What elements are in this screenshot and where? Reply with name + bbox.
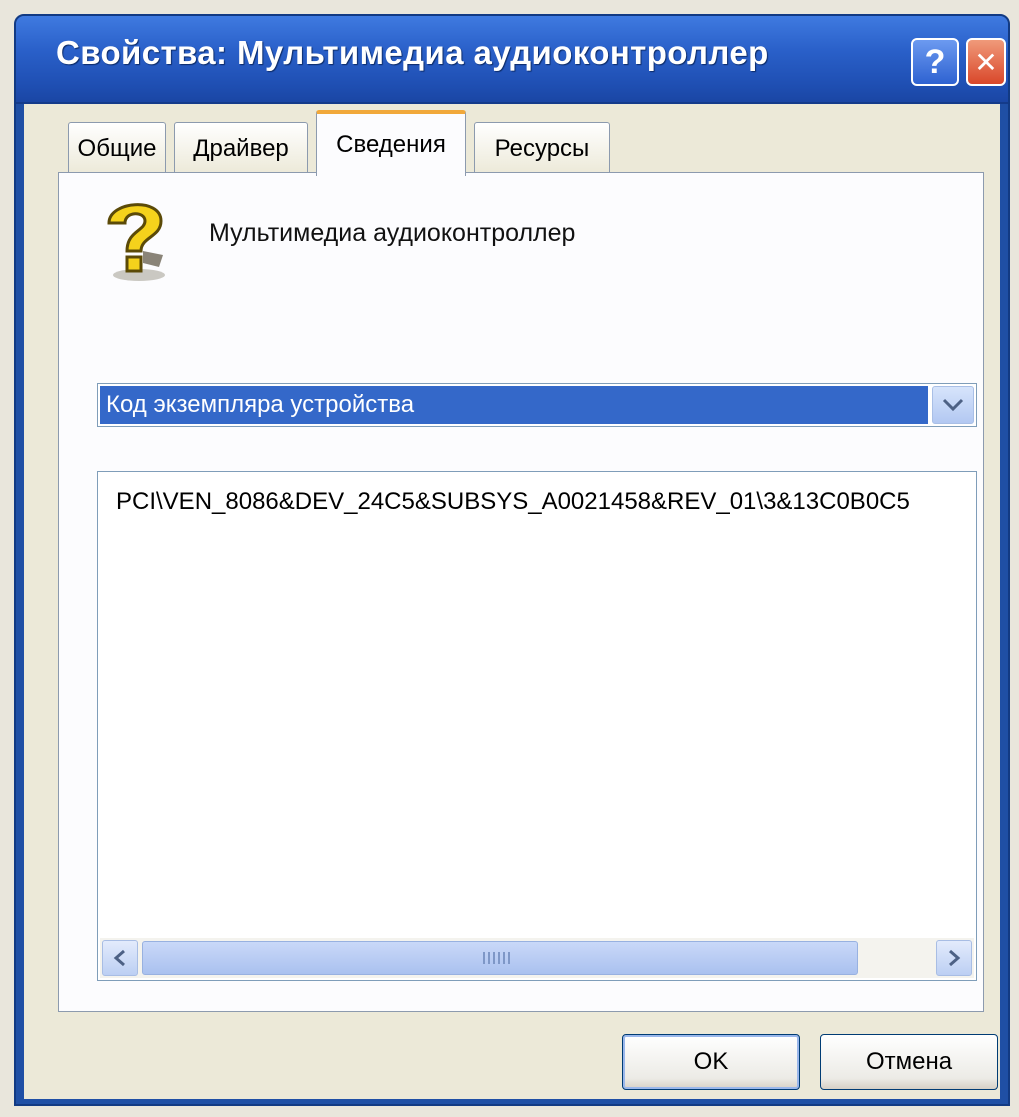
cancel-button[interactable]: Отмена: [820, 1034, 998, 1090]
scroll-grip: [483, 952, 513, 964]
dropdown-button[interactable]: [932, 386, 974, 424]
window-title: Свойства: Мультимедиа аудиоконтроллер: [56, 34, 769, 71]
property-select[interactable]: Код экземпляра устройства: [97, 383, 977, 427]
ok-button[interactable]: OK: [622, 1034, 800, 1090]
tab-general[interactable]: Общие: [68, 122, 166, 174]
tab-resources[interactable]: Ресурсы: [474, 122, 610, 174]
scroll-right-icon: [949, 949, 961, 967]
close-button[interactable]: ✕: [966, 38, 1006, 86]
properties-dialog: Свойства: Мультимедиа аудиоконтроллер ? …: [14, 14, 1010, 1106]
tab-details[interactable]: Сведения: [316, 110, 466, 176]
horizontal-scrollbar[interactable]: [100, 938, 974, 978]
scroll-left-icon: [113, 949, 125, 967]
title-bar[interactable]: Свойства: Мультимедиа аудиоконтроллер ? …: [16, 16, 1008, 104]
scroll-right-button[interactable]: [936, 940, 972, 976]
property-value-list[interactable]: PCI\VEN_8086&DEV_24C5&SUBSYS_A0021458&RE…: [97, 471, 977, 981]
device-name: Мультимедиа аудиоконтроллер: [209, 219, 576, 247]
details-tab-panel: Мультимедиа аудиоконтроллер Код экземпля…: [58, 172, 984, 1012]
dialog-body: Общие Драйвер Сведения Ресурсы Мультимед…: [24, 104, 1000, 1099]
help-icon: ?: [924, 42, 946, 81]
property-select-value: Код экземпляра устройства: [100, 386, 928, 424]
scroll-left-button[interactable]: [102, 940, 138, 976]
chevron-down-icon: [942, 398, 964, 412]
scrollbar-thumb[interactable]: [142, 941, 858, 975]
list-item[interactable]: PCI\VEN_8086&DEV_24C5&SUBSYS_A0021458&RE…: [116, 488, 910, 516]
tab-driver[interactable]: Драйвер: [174, 122, 308, 174]
unknown-device-question-icon: [107, 203, 165, 281]
close-icon: ✕: [974, 46, 998, 78]
help-button[interactable]: ?: [911, 38, 959, 86]
